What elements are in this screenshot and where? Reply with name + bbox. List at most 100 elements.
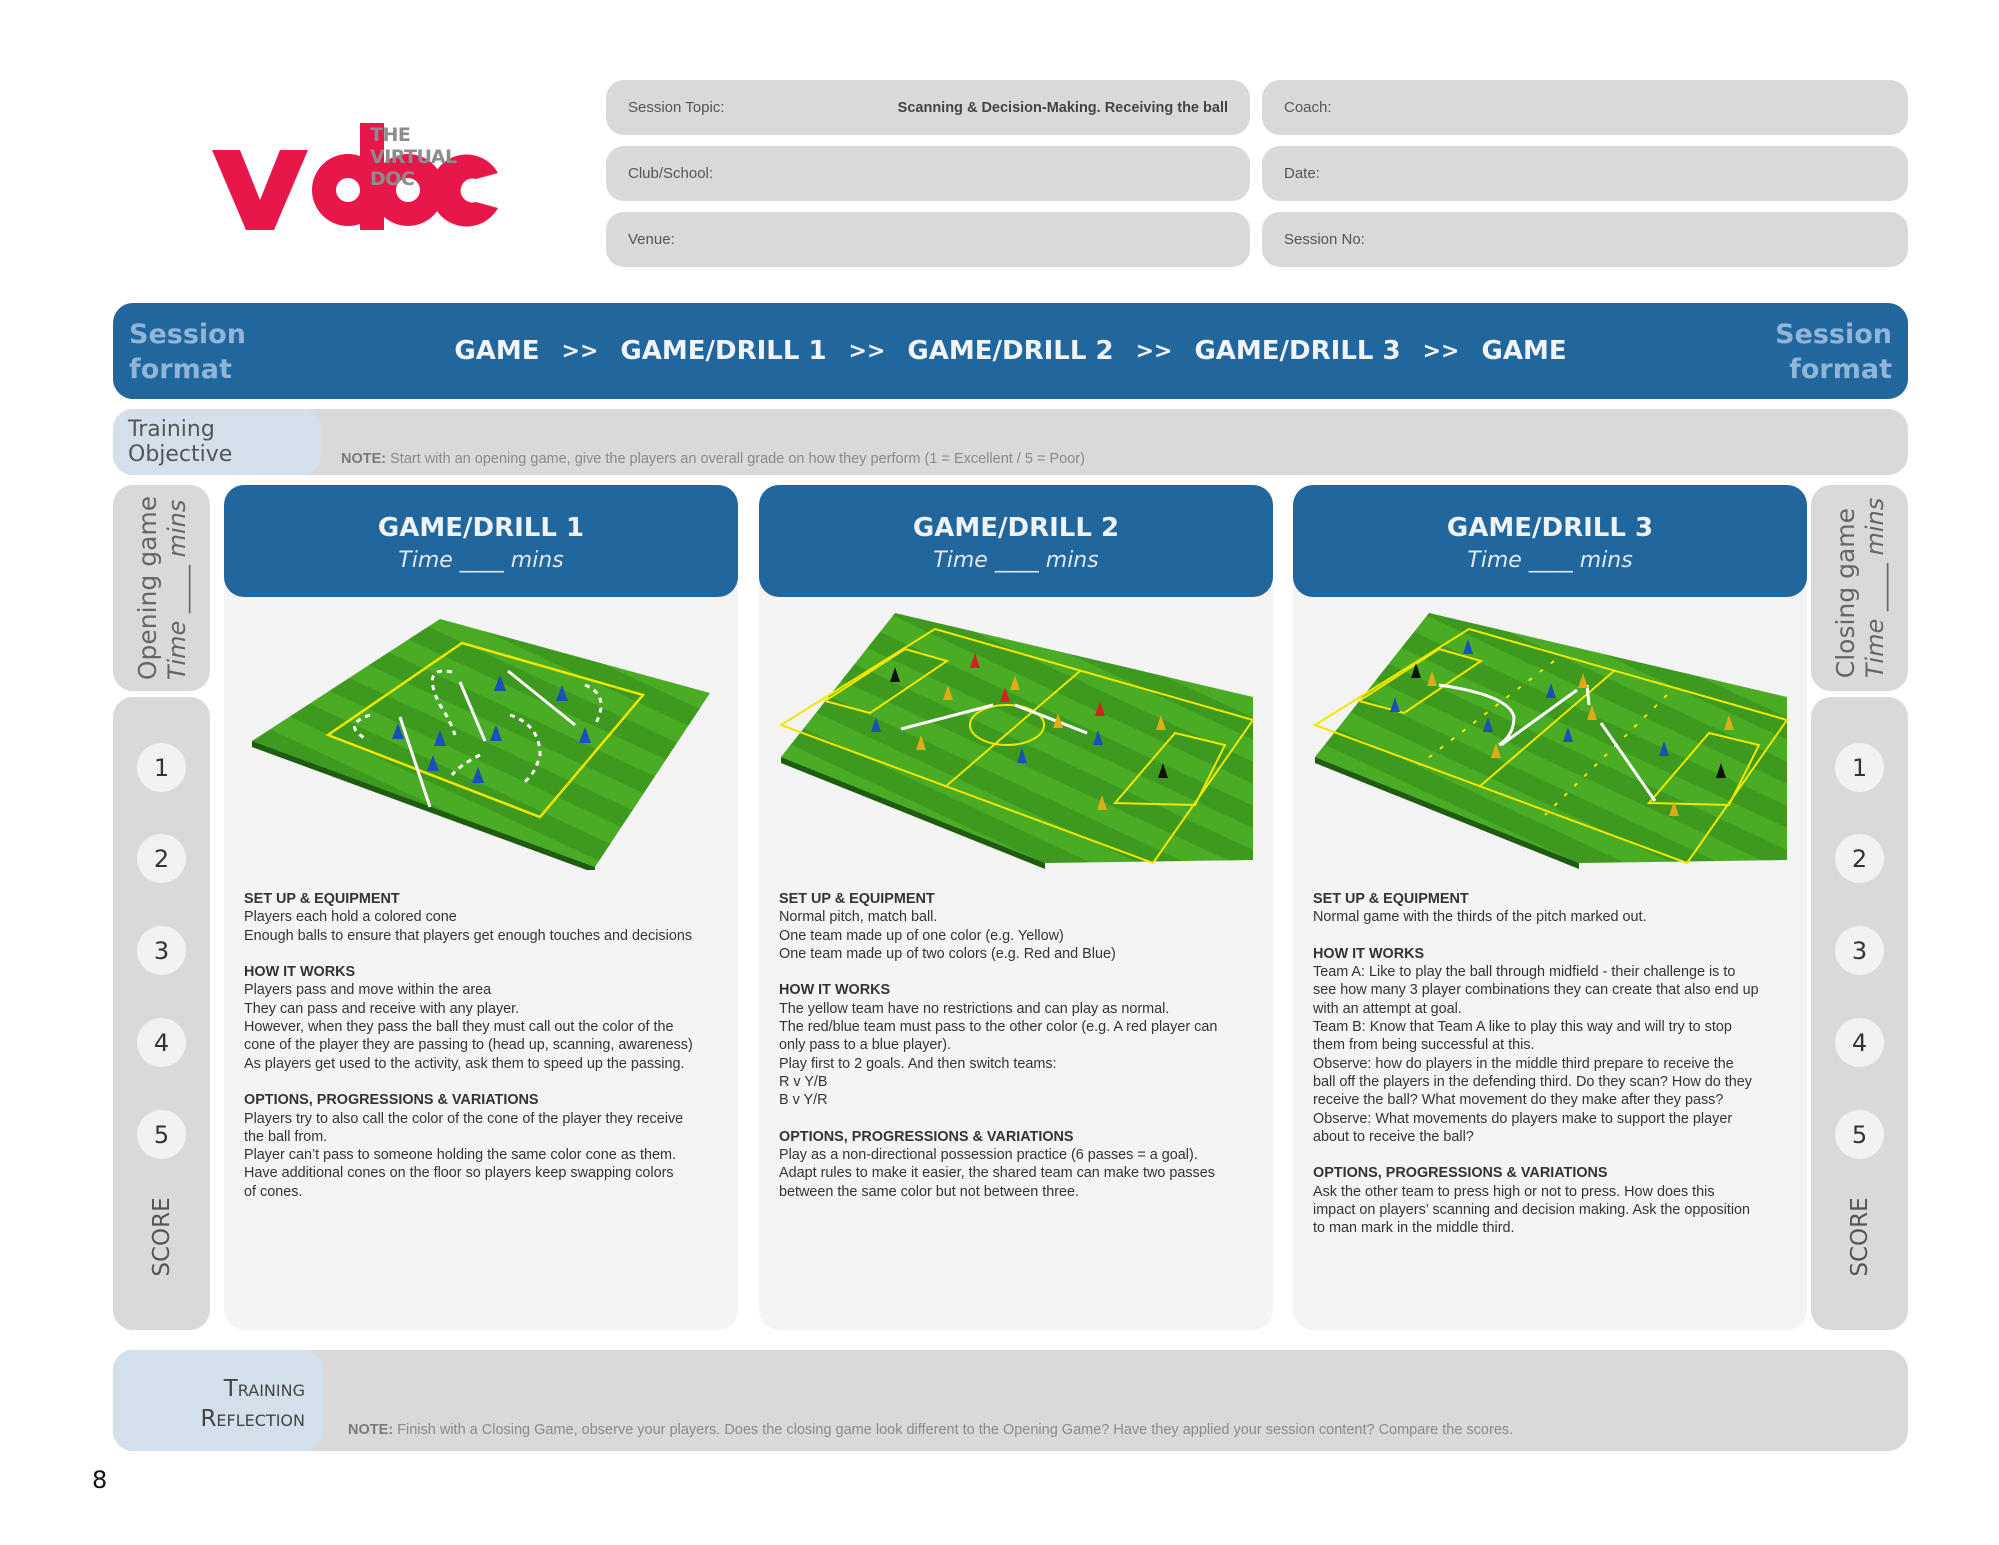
format-step: GAME/DRILL 2: [907, 336, 1114, 366]
section-line: They can pass and receive with any playe…: [244, 1000, 520, 1017]
page-number: 8: [92, 1466, 108, 1494]
club-school-label: Club/School:: [628, 165, 714, 182]
section-title: SET UP & EQUIPMENT: [779, 891, 935, 907]
drill-time[interactable]: Time ____ mins: [759, 548, 1273, 573]
section-line: of cones.: [244, 1183, 303, 1200]
opening-score-5[interactable]: 5: [137, 1110, 186, 1159]
session-no-field[interactable]: Session No:: [1262, 212, 1908, 267]
logo-tagline: THE VIRTUAL DOC: [370, 124, 457, 190]
section-title: HOW IT WORKS: [244, 964, 356, 981]
club-school-field[interactable]: Club/School:: [606, 146, 1250, 201]
format-step: GAME/DRILL 3: [1194, 336, 1401, 366]
section-line: see how many 3 player combinations they …: [1313, 982, 1759, 999]
opening-score-2[interactable]: 2: [137, 834, 186, 883]
drill-time[interactable]: Time ____ mins: [224, 548, 738, 573]
section-line: ball off the players in the defending th…: [1313, 1073, 1752, 1090]
section-line: The yellow team have no restrictions and…: [779, 1000, 1170, 1017]
opening-game-label: Opening game Time ____ mins: [133, 496, 191, 680]
drill-header-2: GAME/DRILL 2 Time ____ mins: [759, 485, 1273, 597]
opening-score-1[interactable]: 1: [137, 743, 186, 792]
closing-score-3[interactable]: 3: [1835, 926, 1884, 975]
training-reflection-field[interactable]: Training Reflection NOTE: Finish with a …: [113, 1350, 1908, 1451]
closing-score-2[interactable]: 2: [1835, 834, 1884, 883]
format-step: GAME/DRILL 1: [620, 336, 827, 366]
coach-label: Coach:: [1284, 99, 1332, 116]
closing-game-panel: Closing game Time ____ mins: [1811, 485, 1908, 691]
session-format-right-line2: format: [1789, 354, 1892, 385]
drill-description: SET UP & EQUIPMENT Players each hold a c…: [244, 890, 724, 1219]
section-line: Team A: Like to play the ball through mi…: [1313, 964, 1736, 981]
venue-label: Venue:: [628, 231, 675, 248]
drill-title: GAME/DRILL 2: [912, 513, 1120, 543]
closing-game-label: Closing game Time ____ mins: [1831, 498, 1889, 679]
venue-field[interactable]: Venue:: [606, 212, 1250, 267]
how-it-works-section: HOW IT WORKS Team A: Like to play the ba…: [1313, 945, 1793, 1146]
opening-game-time[interactable]: Time ____ mins: [163, 496, 191, 681]
closing-score-column: 1 2 3 4 5 SCORE: [1811, 697, 1908, 1330]
format-step: GAME: [1481, 336, 1567, 366]
section-line: Players pass and move within the area: [244, 982, 492, 999]
drill-description: SET UP & EQUIPMENT Normal pitch, match b…: [779, 890, 1259, 1219]
opening-score-label: SCORE: [148, 1197, 175, 1277]
note-prefix: NOTE:: [341, 451, 387, 467]
date-field[interactable]: Date:: [1262, 146, 1908, 201]
setup-section: SET UP & EQUIPMENT Normal pitch, match b…: [779, 890, 1259, 963]
format-step: GAME: [454, 336, 540, 366]
options-section: OPTIONS, PROGRESSIONS & VARIATIONS Playe…: [244, 1091, 724, 1201]
section-line: Players try to also call the color of th…: [244, 1110, 684, 1127]
closing-score-4[interactable]: 4: [1835, 1018, 1884, 1067]
section-title: OPTIONS, PROGRESSIONS & VARIATIONS: [779, 1128, 1074, 1145]
section-line: them from being successful at this.: [1313, 1037, 1535, 1054]
drill-description: SET UP & EQUIPMENT Normal game with the …: [1313, 890, 1793, 1256]
drill-header-3: GAME/DRILL 3 Time ____ mins: [1293, 485, 1807, 597]
section-title: OPTIONS, PROGRESSIONS & VARIATIONS: [1313, 1165, 1608, 1182]
section-line: Team B: Know that Team A like to play th…: [1313, 1019, 1732, 1036]
training-objective-note: NOTE: Start with an opening game, give t…: [341, 451, 1085, 467]
section-line: Play first to 2 goals. And then switch t…: [779, 1055, 1057, 1072]
session-format-label-right: Session format: [1775, 317, 1892, 387]
options-section: OPTIONS, PROGRESSIONS & VARIATIONS Play …: [779, 1128, 1259, 1201]
section-line: the ball from.: [244, 1128, 328, 1145]
how-it-works-section: HOW IT WORKS Players pass and move withi…: [244, 963, 724, 1073]
session-format-steps: GAME >> GAME/DRILL 1 >> GAME/DRILL 2 >> …: [113, 303, 1908, 399]
section-line: Play as a non-directional possession pra…: [779, 1147, 1198, 1164]
drill-panel-1: GAME/DRILL 1 Time ____ mins SET UP & EQU…: [224, 485, 738, 1330]
drill-time[interactable]: Time ____ mins: [1293, 548, 1807, 573]
date-label: Date:: [1284, 165, 1320, 182]
format-separator: >>: [848, 338, 886, 364]
opening-game-panel: Opening game Time ____ mins: [113, 485, 210, 691]
session-topic-field[interactable]: Session Topic: Scanning & Decision-Makin…: [606, 80, 1250, 135]
section-title: HOW IT WORKS: [1313, 945, 1425, 962]
opening-score-4[interactable]: 4: [137, 1018, 186, 1067]
section-title: SET UP & EQUIPMENT: [244, 891, 400, 907]
section-line: Normal game with the thirds of the pitch…: [1313, 909, 1647, 926]
section-line: Players each hold a colored cone: [244, 909, 457, 926]
format-separator: >>: [1422, 338, 1460, 364]
section-line: receive the ball? What movement do they …: [1313, 1092, 1724, 1109]
reflection-label-line2: Reflection: [200, 1406, 305, 1432]
training-objective-field[interactable]: Training Objective NOTE: Start with an o…: [113, 409, 1908, 475]
section-line: One team made up of two colors (e.g. Red…: [779, 945, 1116, 962]
section-line: only pass to a blue player).: [779, 1037, 951, 1054]
coach-field[interactable]: Coach:: [1262, 80, 1908, 135]
session-topic-value[interactable]: Scanning & Decision-Making. Receiving th…: [898, 100, 1228, 116]
closing-game-title: Closing game: [1830, 507, 1860, 679]
closing-score-1[interactable]: 1: [1835, 743, 1884, 792]
options-section: OPTIONS, PROGRESSIONS & VARIATIONS Ask t…: [1313, 1164, 1793, 1237]
opening-score-3[interactable]: 3: [137, 926, 186, 975]
section-line: Normal pitch, match ball.: [779, 909, 938, 926]
training-objective-label: Training Objective: [113, 409, 321, 475]
how-it-works-section: HOW IT WORKS The yellow team have no res…: [779, 981, 1259, 1109]
drill-panel-3: GAME/DRILL 3 Time ____ mins SET UP & EQU…: [1293, 485, 1807, 1330]
passing-area-diagram: [252, 619, 710, 870]
section-line: R v Y/B: [779, 1073, 828, 1090]
session-format-bar: Session format GAME >> GAME/DRILL 1 >> G…: [113, 303, 1908, 399]
closing-score-5[interactable]: 5: [1835, 1110, 1884, 1159]
note-text: Start with an opening game, give the pla…: [386, 451, 1085, 467]
closing-game-time[interactable]: Time ____ mins: [1861, 498, 1889, 679]
note-text: Finish with a Closing Game, observe your…: [393, 1422, 1514, 1438]
section-line: B v Y/R: [779, 1092, 828, 1109]
full-pitch-diagram: [778, 613, 1255, 869]
section-line: Ask the other team to press high or not …: [1313, 1183, 1715, 1200]
thirds-pitch-diagram: [1312, 613, 1789, 869]
